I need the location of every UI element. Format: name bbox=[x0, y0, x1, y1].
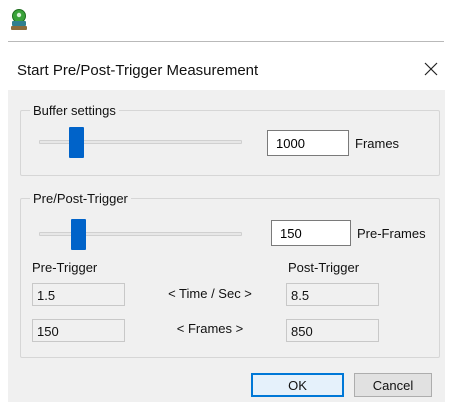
buffer-settings-legend: Buffer settings bbox=[30, 103, 119, 118]
buffer-frames-unit: Frames bbox=[355, 136, 400, 151]
title-separator bbox=[8, 41, 444, 42]
ok-button[interactable]: OK bbox=[251, 373, 344, 397]
post-trigger-label: Post-Trigger bbox=[288, 260, 360, 275]
prepost-trigger-group: Pre/Post-Trigger Pre-Frames Pre-Trigger … bbox=[20, 191, 440, 358]
prepost-trigger-legend: Pre/Post-Trigger bbox=[30, 191, 131, 206]
green-person-icon bbox=[10, 9, 28, 31]
dialog-title: Start Pre/Post-Trigger Measurement bbox=[17, 62, 259, 79]
pre-trigger-label: Pre-Trigger bbox=[32, 260, 98, 275]
pre-trigger-time-field: 1.5 bbox=[32, 283, 125, 306]
pre-frames-input[interactable] bbox=[271, 220, 351, 246]
post-trigger-frames-field: 850 bbox=[286, 319, 379, 342]
pre-trigger-frames-field: 150 bbox=[32, 319, 125, 342]
pretrigger-slider-track[interactable] bbox=[39, 232, 242, 236]
close-icon bbox=[424, 62, 438, 76]
post-trigger-time-field: 8.5 bbox=[286, 283, 379, 306]
frames-label: < Frames > bbox=[176, 321, 244, 336]
pretrigger-slider-thumb[interactable] bbox=[70, 219, 86, 250]
buffer-settings-group: Buffer settings Frames bbox=[20, 103, 440, 176]
close-button[interactable] bbox=[420, 58, 442, 80]
buffer-slider-thumb[interactable] bbox=[69, 127, 85, 158]
pre-frames-unit: Pre-Frames bbox=[357, 226, 426, 241]
dialog-body: Buffer settings Frames Pre/Post-Trigger … bbox=[8, 90, 445, 402]
cancel-button[interactable]: Cancel bbox=[354, 373, 432, 397]
time-sec-label: < Time / Sec > bbox=[168, 286, 252, 301]
buffer-frames-input[interactable] bbox=[267, 130, 349, 156]
